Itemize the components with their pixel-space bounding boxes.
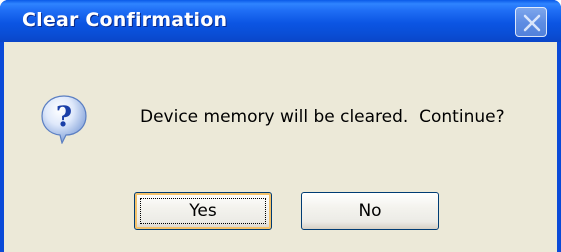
close-icon <box>523 14 541 32</box>
title-bar[interactable]: Clear Confirmation <box>0 0 561 42</box>
no-button[interactable]: No <box>301 192 439 230</box>
window-title: Clear Confirmation <box>22 9 228 31</box>
question-icon: ? <box>41 95 87 144</box>
dialog-window: Clear Confirmation ? Device memory will … <box>0 0 561 252</box>
dialog-body: ? Device memory will be cleared. Continu… <box>4 42 557 252</box>
svg-text:?: ? <box>56 100 72 133</box>
dialog-message: Device memory will be cleared. Continue? <box>140 107 505 127</box>
close-button[interactable] <box>515 7 547 37</box>
yes-button-label: Yes <box>189 201 217 221</box>
no-button-label: No <box>358 201 382 221</box>
yes-button[interactable]: Yes <box>134 192 272 230</box>
